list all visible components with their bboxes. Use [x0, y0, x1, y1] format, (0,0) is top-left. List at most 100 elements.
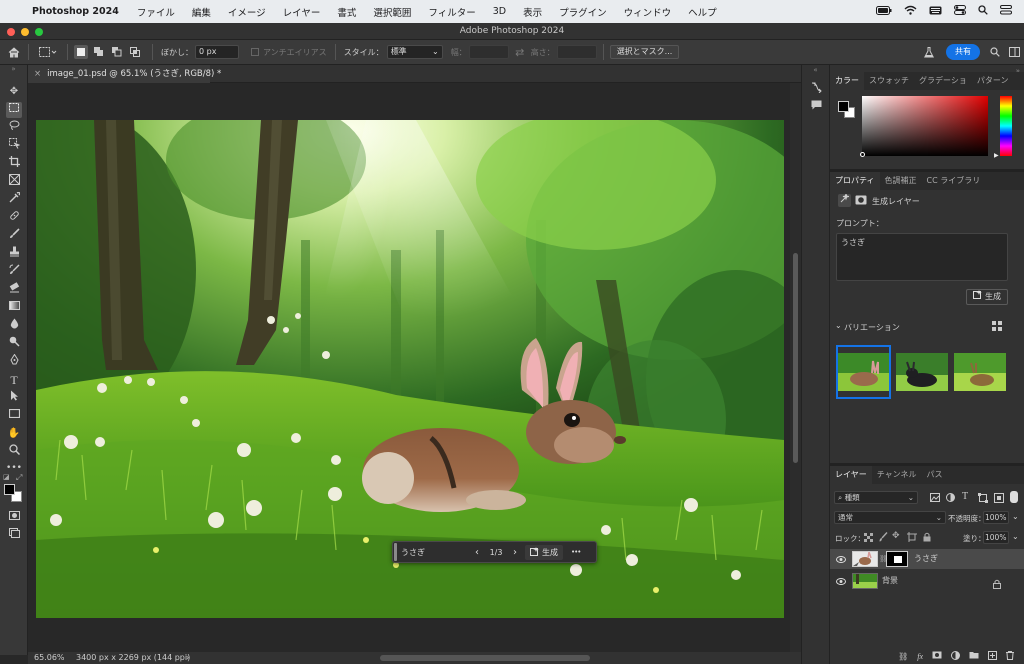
horizontal-scroll-thumb[interactable] — [380, 655, 590, 661]
control-center-icon[interactable] — [954, 5, 966, 18]
filter-adjustment-icon[interactable] — [946, 493, 955, 505]
tab-adjustments[interactable]: 色調補正 — [880, 172, 922, 190]
style-select[interactable]: 標準 ⌄ — [386, 45, 443, 59]
layer-row-rabbit[interactable]: ⛓ うさぎ — [830, 549, 1024, 569]
add-to-selection-icon[interactable] — [92, 47, 106, 57]
hand-tool-icon[interactable]: ✋ — [6, 426, 22, 442]
tab-channels[interactable]: チャンネル — [872, 466, 922, 484]
menu-plugins[interactable]: プラグイン — [559, 5, 607, 19]
tab-properties[interactable]: プロパティ — [830, 172, 880, 190]
beaker-icon[interactable] — [922, 46, 936, 58]
lock-image-pixels-icon[interactable] — [879, 532, 888, 545]
comments-panel-icon[interactable] — [811, 100, 822, 113]
toolbar-collapse-icon[interactable]: » — [0, 65, 27, 73]
eyedropper-tool-icon[interactable] — [6, 191, 22, 208]
minimize-window-button[interactable] — [21, 28, 29, 36]
next-variation-icon[interactable]: › — [507, 547, 523, 558]
zoom-tool-icon[interactable] — [6, 444, 22, 460]
battery-icon[interactable] — [876, 5, 892, 18]
menu-window[interactable]: ウィンドウ — [624, 5, 672, 19]
link-layers-icon[interactable]: ⛓ — [898, 652, 908, 661]
tab-gradients[interactable]: グラデーショ — [914, 72, 972, 90]
quick-mask-icon[interactable] — [6, 510, 22, 526]
screen-mode-icon[interactable] — [6, 528, 22, 544]
document-tab[interactable]: × image_01.psd @ 65.1% (うさぎ, RGB/8) * — [28, 65, 221, 83]
wifi-icon[interactable] — [904, 5, 917, 18]
fill-chevron-icon[interactable]: ⌄ — [1012, 532, 1019, 541]
visibility-eye-icon[interactable] — [836, 549, 846, 571]
swap-colors-icon[interactable]: ⤢ — [16, 473, 22, 483]
menu-help[interactable]: ヘルプ — [688, 5, 717, 19]
opacity-input[interactable]: 100% — [983, 511, 1009, 524]
antialias-checkbox[interactable] — [251, 48, 259, 56]
lasso-tool-icon[interactable] — [6, 120, 22, 136]
notification-center-icon[interactable] — [1000, 5, 1012, 18]
object-selection-tool-icon[interactable] — [6, 138, 22, 154]
dock-collapse-icon[interactable]: « — [802, 65, 829, 75]
menu-type[interactable]: 書式 — [337, 5, 356, 19]
status-menu-chevron-icon[interactable]: › — [186, 652, 189, 664]
contextual-prompt-field[interactable]: うさぎ — [401, 547, 469, 558]
workspace-icon[interactable] — [1004, 47, 1024, 57]
previous-variation-icon[interactable]: ‹ — [469, 547, 485, 558]
search-icon[interactable] — [978, 5, 988, 18]
height-input[interactable] — [556, 45, 597, 59]
pen-tool-icon[interactable] — [6, 353, 22, 370]
select-and-mask-button[interactable]: 選択とマスク... — [609, 45, 680, 59]
variations-chevron-icon[interactable]: ⌄ — [835, 321, 842, 330]
hue-slider-handle-icon[interactable]: ▶ — [994, 152, 999, 159]
width-input[interactable] — [468, 45, 509, 59]
app-name-menu[interactable]: Photoshop 2024 — [32, 6, 119, 17]
subtract-from-selection-icon[interactable] — [110, 47, 124, 57]
variation-thumbnail-2[interactable] — [896, 353, 948, 391]
lock-all-icon[interactable] — [923, 532, 931, 545]
visibility-eye-icon[interactable] — [836, 571, 846, 593]
tab-patterns[interactable]: パターン — [972, 72, 1014, 90]
history-panel-icon[interactable] — [810, 81, 822, 96]
clone-stamp-tool-icon[interactable] — [6, 246, 22, 262]
color-foreground-swatch[interactable] — [838, 101, 849, 112]
filter-type-icon[interactable]: T — [962, 491, 968, 502]
blend-mode-select[interactable]: 通常 ⌄ — [834, 511, 946, 524]
prompt-textarea[interactable]: うさぎ — [836, 233, 1008, 281]
new-group-icon[interactable] — [969, 651, 979, 661]
eraser-tool-icon[interactable] — [6, 282, 22, 298]
share-button[interactable]: 共有 — [946, 44, 980, 60]
tab-color[interactable]: カラー — [830, 72, 864, 90]
layer-effects-icon[interactable]: fx — [917, 652, 923, 661]
menu-file[interactable]: ファイル — [137, 5, 175, 19]
properties-generate-button[interactable]: 生成 — [966, 289, 1008, 305]
rectangular-marquee-tool-icon[interactable] — [6, 102, 22, 118]
new-layer-icon[interactable] — [988, 650, 997, 662]
lock-transparent-pixels-icon[interactable] — [864, 533, 873, 545]
menu-view[interactable]: 表示 — [523, 5, 542, 19]
close-tab-icon[interactable]: × — [34, 69, 41, 79]
new-adjustment-layer-icon[interactable] — [951, 650, 960, 662]
menu-filter[interactable]: フィルター — [428, 5, 475, 19]
type-tool-icon[interactable]: T — [6, 372, 22, 388]
more-options-icon[interactable]: ••• — [571, 548, 581, 556]
tab-layers[interactable]: レイヤー — [830, 466, 872, 484]
layer-name[interactable]: 背景 — [882, 571, 898, 591]
layer-row-background[interactable]: 背景 — [830, 571, 1024, 591]
fill-input[interactable]: 100% — [983, 531, 1009, 544]
menu-select[interactable]: 選択範囲 — [373, 5, 411, 19]
new-selection-icon[interactable] — [74, 45, 88, 59]
move-tool-icon[interactable]: ✥ — [6, 84, 22, 100]
variation-thumbnail-3[interactable] — [954, 353, 1006, 391]
variation-thumbnail-1[interactable] — [836, 345, 891, 399]
vertical-scrollbar[interactable] — [790, 83, 801, 655]
tab-cc-libraries[interactable]: CC ライブラリ — [922, 172, 986, 190]
filter-toggle-switch[interactable] — [1010, 491, 1018, 503]
swap-width-height-icon[interactable]: ⇄ — [509, 46, 531, 59]
menu-layer[interactable]: レイヤー — [283, 5, 321, 19]
drag-handle[interactable] — [394, 543, 397, 561]
default-colors-icon[interactable]: ◪ — [3, 473, 10, 481]
grid-view-icon[interactable] — [992, 321, 1002, 334]
search-icon[interactable] — [986, 47, 1004, 57]
feather-input[interactable]: 0 px — [195, 45, 239, 59]
color-saturation-field[interactable] — [862, 96, 988, 156]
layer-name[interactable]: うさぎ — [914, 549, 938, 569]
lock-position-icon[interactable]: ✥ — [892, 531, 900, 541]
crop-tool-icon[interactable] — [6, 156, 22, 172]
